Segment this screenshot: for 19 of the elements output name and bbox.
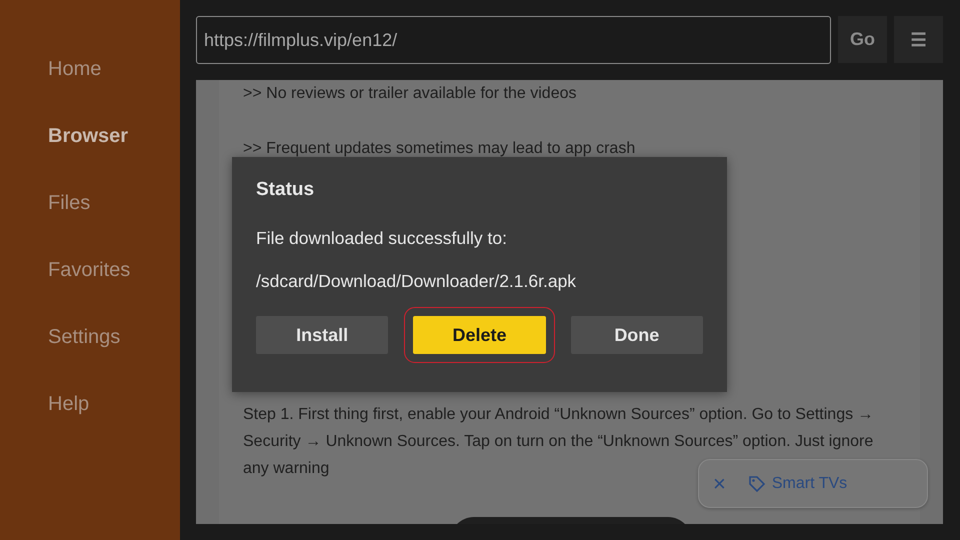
go-button[interactable]: Go	[838, 16, 887, 63]
dialog-button[interactable]: Done	[570, 316, 703, 354]
tag-icon	[748, 474, 766, 492]
chip-label: Smart TVs	[772, 474, 848, 492]
sidebar-item[interactable]: Browser	[48, 125, 128, 148]
sidebar-item[interactable]: Home	[48, 58, 102, 81]
url-field[interactable]: https://filmplus.vip/en12/	[196, 16, 831, 64]
status-message: File downloaded successfully to:	[256, 228, 507, 249]
dialog-button[interactable]: Delete	[413, 316, 546, 354]
dialog-button[interactable]: Install	[256, 316, 388, 354]
sidebar-item[interactable]: Files	[48, 192, 90, 215]
page-paragraph: >> Frequent updates sometimes may lead to app crash	[243, 140, 636, 157]
sidebar-item[interactable]: Help	[48, 393, 90, 416]
page-paragraph: >> No reviews or trailer available for the videos	[243, 85, 576, 102]
sidebar-item[interactable]: Favorites	[48, 259, 130, 282]
menu-button[interactable]: ☰	[894, 16, 943, 63]
sidebar-item[interactable]: Settings	[48, 326, 120, 349]
file-path: /sdcard/Download/Downloader/2.1.6r.apk	[256, 271, 576, 292]
dialog-title: Status	[256, 179, 314, 201]
